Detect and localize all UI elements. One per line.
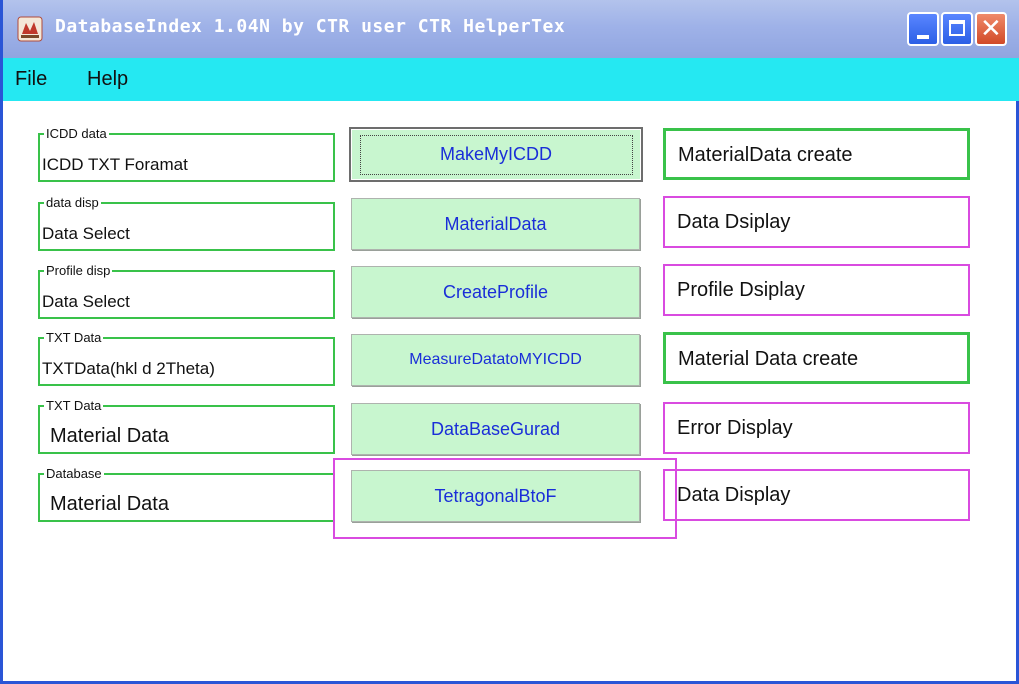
measure-data-to-myicdd-button[interactable]: MeasureDatatoMYICDD: [351, 334, 640, 386]
desc-text: Error Display: [677, 417, 793, 439]
desc-box: Data Dsiplay: [663, 196, 970, 248]
menu-help[interactable]: Help: [87, 68, 128, 91]
desc-box: Material Data create: [663, 332, 970, 384]
create-profile-button[interactable]: CreateProfile: [351, 266, 640, 318]
group-value: Data Select: [42, 292, 130, 311]
group-value: Material Data: [50, 425, 169, 447]
group-legend: Profile disp: [44, 263, 113, 278]
app-window: DatabaseIndex 1.04N by CTR user CTR Help…: [0, 0, 1019, 684]
desc-text: Data Dsiplay: [677, 211, 791, 233]
group-txt-data-material: TXT Data Material Data: [38, 398, 335, 454]
group-value: ICDD TXT Foramat: [42, 155, 188, 174]
database-guard-button[interactable]: DataBaseGurad: [351, 403, 640, 455]
desc-box: MaterialData create: [663, 128, 970, 180]
tetragonal-btof-button[interactable]: TetragonalBtoF: [351, 470, 640, 522]
desc-text: Data Display: [677, 484, 791, 506]
title-bar[interactable]: DatabaseIndex 1.04N by CTR user CTR Help…: [3, 0, 1019, 58]
group-value: Material Data: [50, 493, 169, 515]
group-legend: TXT Data: [44, 398, 104, 413]
window-title: DatabaseIndex 1.04N by CTR user CTR Help…: [55, 16, 566, 37]
menu-file[interactable]: File: [15, 68, 47, 91]
group-txt-data: TXT Data TXTData(hkl d 2Theta): [38, 330, 335, 386]
material-data-button[interactable]: MaterialData: [351, 198, 640, 250]
group-legend: TXT Data: [44, 330, 104, 345]
group-profile-disp: Profile disp Data Select: [38, 263, 335, 319]
close-button[interactable]: ✕: [975, 12, 1007, 46]
maximize-button[interactable]: [941, 12, 973, 46]
group-icdd-data: ICDD data ICDD TXT Foramat: [38, 126, 335, 182]
group-database: Database Material Data: [38, 466, 335, 522]
minimize-icon: [917, 35, 929, 39]
maximize-icon: [949, 20, 965, 36]
app-icon: [17, 16, 43, 42]
desc-text: MaterialData create: [678, 144, 853, 166]
group-legend: data disp: [44, 195, 101, 210]
group-data-disp: data disp Data Select: [38, 195, 335, 251]
desc-box: Profile Dsiplay: [663, 264, 970, 316]
desc-text: Profile Dsiplay: [677, 279, 805, 301]
group-value: Data Select: [42, 224, 130, 243]
group-value: TXTData(hkl d 2Theta): [42, 359, 215, 378]
desc-box: Error Display: [663, 402, 970, 454]
menu-bar: File Help: [3, 58, 1019, 101]
desc-text: Material Data create: [678, 348, 859, 370]
focus-ring: [360, 135, 633, 175]
desc-box: Data Display: [663, 469, 970, 521]
minimize-button[interactable]: [907, 12, 939, 46]
group-legend: ICDD data: [44, 126, 109, 141]
close-icon: ✕: [980, 14, 1002, 44]
group-legend: Database: [44, 466, 104, 481]
